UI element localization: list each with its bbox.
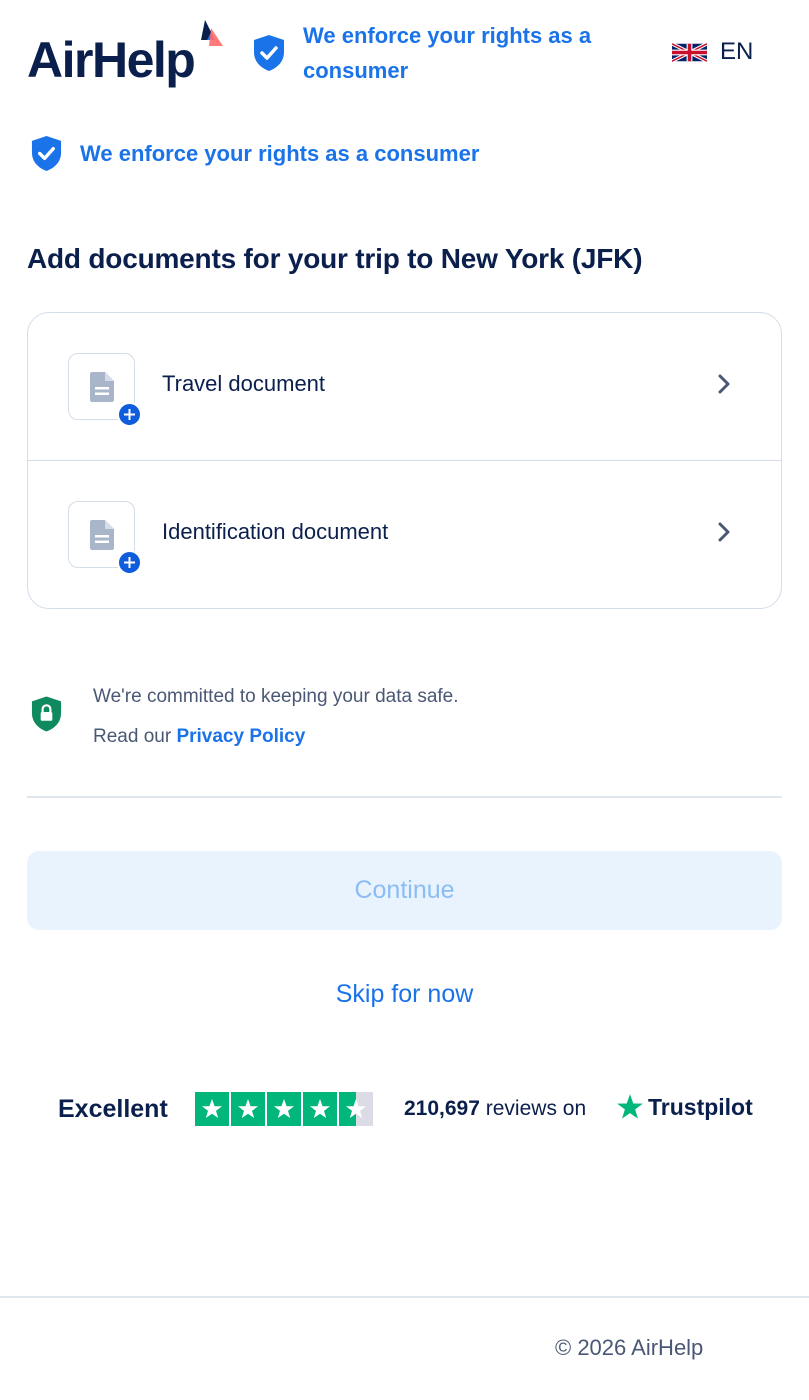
site-header: AirHelp We enforce your rights as a cons… [0,0,809,110]
star-icon [267,1092,301,1126]
add-badge-icon [117,550,142,575]
travel-document-label: Travel document [162,371,326,396]
identification-document-label: Identification document [162,519,389,544]
review-count-number: 210,697 [404,1097,480,1120]
shield-check-icon [31,136,62,171]
chevron-right-icon [718,374,730,394]
privacy-prefix: Read our [93,726,177,747]
uk-flag-icon [672,41,707,63]
star-icon [303,1092,337,1126]
lock-shield-icon [31,696,62,732]
trustpilot-widget[interactable]: Excellent 210,697 reviews on Trustpilot [58,1092,758,1128]
trustpilot-logo: Trustpilot [616,1093,753,1121]
rights-banner-text: We enforce your rights as a consumer [80,140,480,166]
shield-check-icon [254,35,284,71]
language-selector[interactable]: EN [672,38,753,66]
privacy-policy-line: Read our Privacy Policy [93,726,305,748]
travel-document-row[interactable]: Travel document [28,313,781,461]
star-icon [231,1092,265,1126]
airhelp-logo[interactable]: AirHelp [27,30,196,90]
add-badge-icon [117,402,142,427]
trustpilot-star-icon [617,1094,643,1119]
copyright-text: © 2026 AirHelp [555,1335,704,1360]
header-tagline: We enforce your rights as a consumer [303,23,592,83]
trustpilot-review-count: 210,697 reviews on [404,1097,586,1121]
documents-card: Travel document Identification document [27,312,782,609]
trustpilot-rating-label: Excellent [58,1095,168,1123]
document-icon [90,520,114,550]
privacy-statement: We're committed to keeping your data saf… [93,686,459,707]
skip-for-now-link[interactable]: Skip for now [0,980,809,1009]
page-title: Add documents for your trip to New York … [27,243,643,274]
identification-document-row[interactable]: Identification document [28,461,781,608]
trustpilot-brand: Trustpilot [648,1093,753,1120]
reviews-suffix: reviews on [479,1097,587,1120]
rights-banner: We enforce your rights as a consumer [30,135,479,172]
trustpilot-stars [195,1092,375,1126]
privacy-notice: We're committed to keeping your data saf… [30,680,730,770]
half-star-icon [339,1092,373,1126]
star-icon [195,1092,229,1126]
document-icon [90,372,114,402]
section-divider [27,796,782,798]
document-icon-box [68,501,142,575]
chevron-right-icon [718,522,730,542]
airhelp-logo-mark-icon [201,20,223,46]
language-label: EN [720,38,754,65]
document-icon-box [68,353,142,427]
footer-divider [0,1296,809,1298]
continue-button[interactable]: Continue [27,851,782,930]
privacy-policy-link[interactable]: Privacy Policy [176,726,305,747]
